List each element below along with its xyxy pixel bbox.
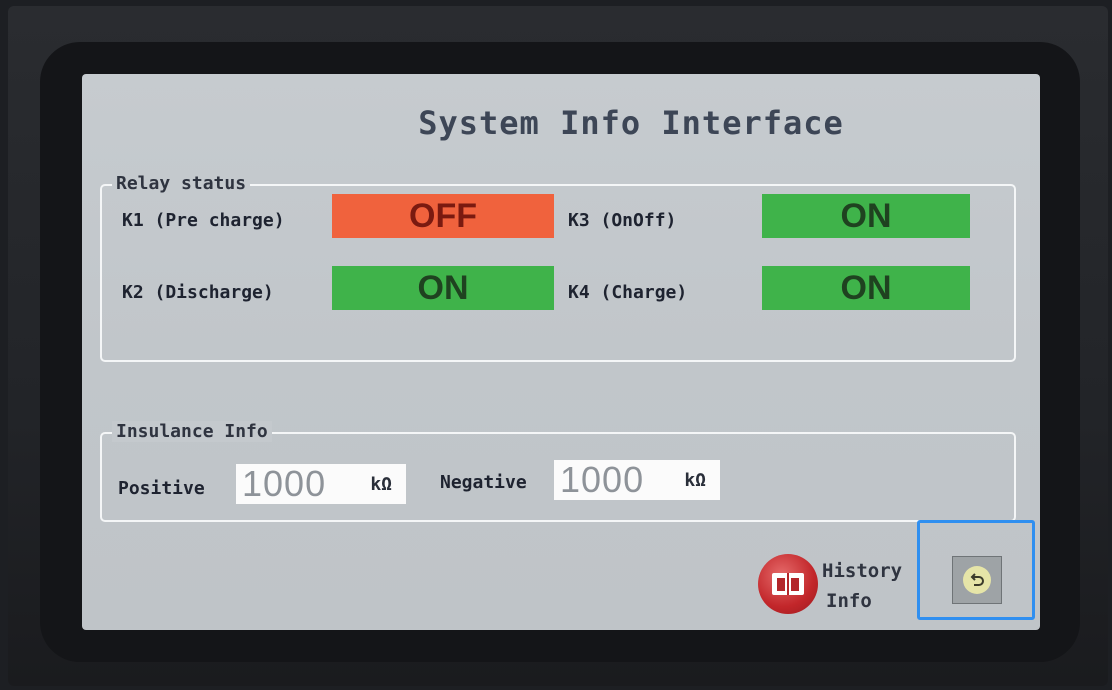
page-title: System Info Interface (418, 104, 844, 142)
k4-status-indicator: ON (762, 266, 970, 310)
book-icon (772, 573, 804, 595)
negative-value-field: 1000 kΩ (554, 459, 720, 500)
k3-label: K3 (OnOff) (568, 210, 677, 231)
history-info-button[interactable] (758, 554, 818, 614)
positive-value-field: 1000 kΩ (236, 463, 406, 504)
history-label-line2: Info (826, 590, 872, 612)
positive-unit: kΩ (370, 473, 392, 495)
relay-status-legend: Relay status (112, 173, 251, 194)
k1-label: K1 (Pre charge) (122, 210, 285, 231)
insulance-info-group: Insulance Info Positive 1000 kΩ Negative… (100, 421, 1016, 522)
k3-status-indicator: ON (762, 194, 970, 238)
negative-label: Negative (440, 472, 527, 493)
history-info-label[interactable]: History Info (822, 556, 902, 616)
k4-label: K4 (Charge) (568, 282, 688, 303)
k2-status-indicator: ON (332, 266, 554, 310)
k2-status-text: ON (417, 268, 469, 307)
negative-unit: kΩ (684, 469, 706, 491)
positive-label: Positive (118, 478, 205, 499)
k1-status-text: OFF (409, 196, 477, 235)
k4-status-text: ON (840, 268, 892, 307)
negative-value: 1000 (560, 459, 645, 500)
hmi-screen: System Info Interface Relay status K1 (P… (82, 74, 1040, 630)
k2-label: K2 (Discharge) (122, 282, 274, 303)
k1-status-indicator: OFF (332, 194, 554, 238)
k3-status-text: ON (840, 196, 892, 235)
insulance-info-legend: Insulance Info (112, 421, 272, 442)
positive-value: 1000 (242, 463, 327, 504)
history-label-line1: History (822, 560, 903, 582)
relay-status-group: Relay status K1 (Pre charge) OFF K3 (OnO… (100, 173, 1016, 362)
back-button-highlight (917, 520, 1035, 620)
